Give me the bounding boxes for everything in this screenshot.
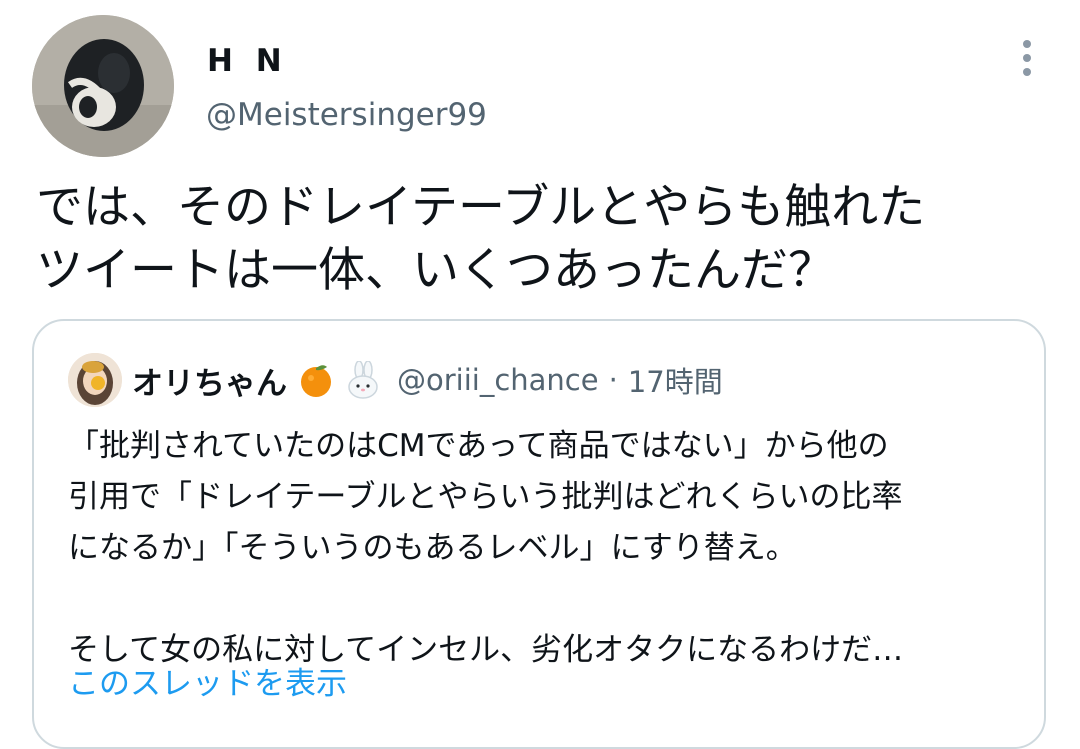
quoted-author-handle[interactable]: @oriii_chance	[397, 363, 599, 397]
quoted-tweet-text: 「批判されていたのはCMであって商品ではない」から他の 引用で「ドレイテーブルと…	[68, 428, 904, 668]
user-avatar-icon	[68, 353, 122, 407]
quoted-tweet-time[interactable]: 17時間	[628, 359, 723, 401]
author-avatar[interactable]	[32, 15, 174, 157]
quoted-author-avatar[interactable]	[68, 353, 122, 407]
show-thread-link[interactable]: このスレッドを表示	[68, 662, 347, 706]
quoted-tweet[interactable]: オリちゃん @oriii_chance · 17時間 「批判されていたのはCMで…	[32, 319, 1046, 749]
rabbit-emoji-icon	[345, 361, 383, 399]
quoted-tweet-header: オリちゃん @oriii_chance · 17時間	[132, 355, 723, 405]
more-vertical-icon	[1023, 40, 1031, 76]
author-handle[interactable]: @Meistersinger99	[206, 96, 487, 134]
author-name[interactable]: H N	[207, 42, 288, 80]
tangerine-emoji-icon	[297, 361, 335, 399]
tweet: H N @Meistersinger99 では、そのドレイテーブルとやらも触れた…	[0, 0, 1080, 749]
penguin-avatar-icon	[32, 15, 174, 157]
quoted-author-name[interactable]: オリちゃん	[132, 358, 287, 403]
tweet-text: では、そのドレイテーブルとやらも触れた ツイートは一体、いくつあったんだ？	[36, 180, 926, 298]
more-options-button[interactable]	[1008, 38, 1046, 78]
separator-dot: ·	[608, 363, 618, 397]
